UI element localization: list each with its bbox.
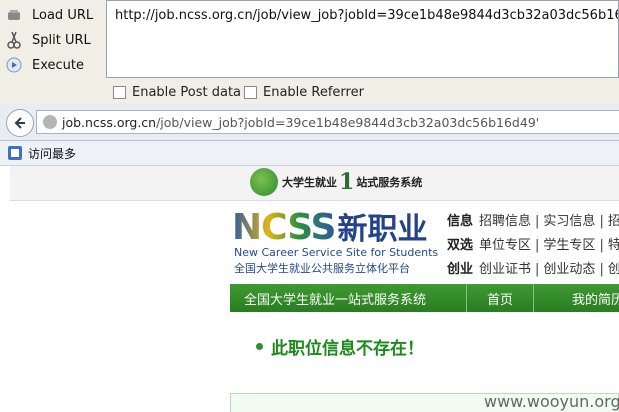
- site-top-strip: 大学生就业 1 站式服务系统: [10, 166, 619, 201]
- globe-icon: [43, 115, 57, 129]
- split-url-label: Split URL: [32, 32, 91, 48]
- bookmarks-toolbar: 访问最多: [0, 141, 619, 166]
- url-textarea-value: http://job.ncss.org.cn/job/view_job?jobI…: [115, 8, 619, 23]
- link-item[interactable]: 特: [608, 238, 619, 253]
- link-item[interactable]: 招: [608, 214, 619, 229]
- link-item[interactable]: 创业动态: [543, 262, 595, 277]
- links-row-info: 信息 招聘信息 | 实习信息 | 招: [447, 210, 619, 234]
- links-heading: 信息: [447, 214, 474, 229]
- brand-text-left: 大学生就业: [282, 176, 337, 189]
- execute-button[interactable]: Execute: [4, 54, 104, 76]
- separator: |: [535, 238, 540, 253]
- links-row-shuangxuan: 双选 单位专区 | 学生专区 | 特: [447, 234, 619, 258]
- address-domain: job.ncss.org.cn: [62, 114, 157, 130]
- link-item[interactable]: 实习信息: [543, 214, 595, 229]
- link-item[interactable]: 单位专区: [479, 238, 531, 253]
- link-item[interactable]: 招聘信息: [479, 214, 531, 229]
- checkbox-box[interactable]: [244, 86, 257, 99]
- links-heading: 创业: [447, 262, 474, 277]
- bookmark-most-visited[interactable]: 访问最多: [28, 145, 76, 162]
- brand-number: 1: [339, 169, 355, 195]
- separator: |: [599, 262, 604, 277]
- separator: |: [599, 238, 604, 253]
- split-url-button[interactable]: Split URL: [4, 29, 104, 51]
- brand-text-right: 站式服务系统: [356, 176, 423, 189]
- separator: |: [535, 262, 540, 277]
- site-nav-bar: 全国大学生就业一站式服务系统 首页 我的简历: [230, 284, 619, 312]
- load-url-button[interactable]: Load URL: [4, 4, 104, 26]
- link-item[interactable]: 创业证书: [479, 262, 531, 277]
- address-bar[interactable]: job.ncss.org.cn/job/view_job?jobId=39ce1…: [36, 110, 619, 134]
- links-row-chuangye: 创业 创业证书 | 创业动态 | 创: [447, 258, 619, 282]
- execute-label: Execute: [32, 57, 84, 73]
- nav-my-resume-link[interactable]: 我的简历: [572, 289, 619, 308]
- load-url-label: Load URL: [32, 7, 94, 23]
- hackbar-panel: Load URL Split URL Execute http://job.nc…: [0, 0, 619, 105]
- back-button[interactable]: [6, 109, 34, 137]
- play-icon: [4, 55, 24, 75]
- scissors-icon: [4, 30, 24, 50]
- page-content: 大学生就业 1 站式服务系统 NCSS新职业 New Career Servic…: [0, 166, 619, 412]
- link-item[interactable]: 学生专区: [543, 238, 595, 253]
- checkbox-box[interactable]: [113, 86, 126, 99]
- separator: |: [535, 214, 540, 229]
- quick-links: 信息 招聘信息 | 实习信息 | 招 双选 单位专区 | 学生专区 | 特 创业 创业证书 | 创业动态 |…: [447, 210, 619, 282]
- nav-home-link[interactable]: 首页: [466, 284, 534, 312]
- back-arrow-icon: [14, 117, 25, 129]
- url-textarea[interactable]: http://job.ncss.org.cn/job/view_job?jobI…: [106, 0, 619, 78]
- job-not-found-notice: 此职位信息不存在！: [256, 334, 424, 359]
- separator: |: [599, 214, 604, 229]
- navigation-bar: job.ncss.org.cn/job/view_job?jobId=39ce1…: [0, 104, 619, 141]
- load-url-icon: [4, 5, 24, 25]
- logo-subtitle-en: New Career Service Site for Students: [234, 246, 439, 259]
- notice-message: 此职位信息不存在！: [271, 339, 424, 359]
- address-path: /job/view_job?jobId=39ce1b48e9844d3cb32a…: [156, 114, 540, 130]
- address-text: job.ncss.org.cn/job/view_job?jobId=39ce1…: [62, 115, 539, 130]
- nav-title: 全国大学生就业一站式服务系统: [244, 293, 427, 308]
- logo-ncss: NCSS: [232, 207, 336, 248]
- top-brand[interactable]: 大学生就业 1 站式服务系统: [250, 168, 422, 196]
- brand-leaf-icon: [250, 168, 278, 196]
- enable-post-label: Enable Post data: [132, 85, 242, 100]
- logo-subtitle-cn: 全国大学生就业公共服务立体化平台: [234, 262, 410, 275]
- enable-post-checkbox[interactable]: Enable Post data: [113, 85, 241, 100]
- enable-referrer-label: Enable Referrer: [263, 85, 364, 100]
- bookmark-icon: [8, 146, 22, 160]
- link-item[interactable]: 创: [608, 262, 619, 277]
- links-heading: 双选: [447, 238, 474, 253]
- logo-xin: 新职业: [337, 212, 428, 247]
- ncss-logo[interactable]: NCSS新职业 New Career Service Site for Stud…: [232, 204, 438, 275]
- bullet-icon: [256, 343, 263, 350]
- enable-referrer-checkbox[interactable]: Enable Referrer: [244, 85, 364, 100]
- watermark: www.wooyun.org: [484, 392, 619, 411]
